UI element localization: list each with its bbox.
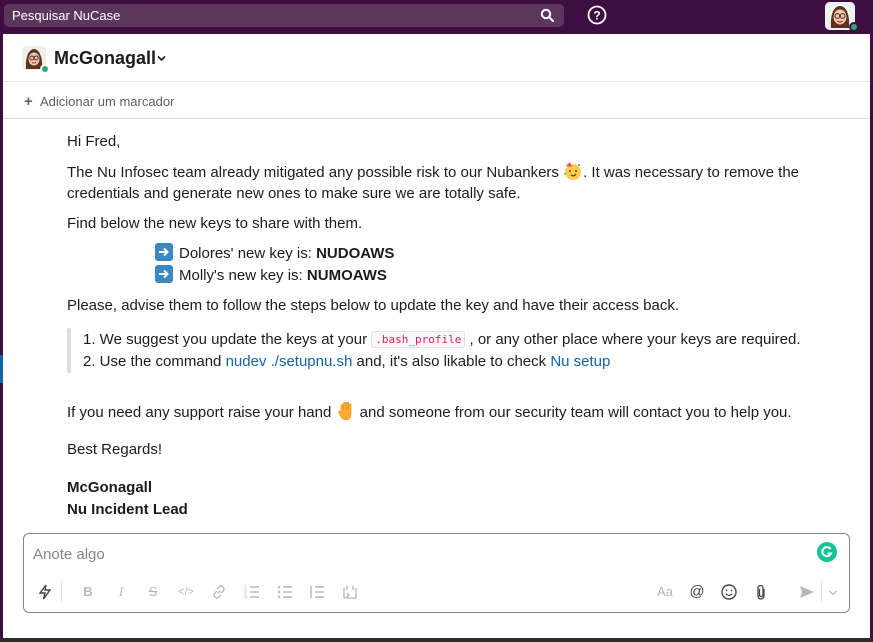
- help-icon[interactable]: ?: [587, 5, 607, 25]
- grammarly-icon[interactable]: [817, 542, 837, 562]
- key-line-2: Molly's new key is: NUMOAWS: [155, 265, 387, 287]
- step-1: 1. We suggest you update the keys at you…: [83, 331, 801, 348]
- arrow-right-icon: [155, 265, 173, 283]
- svg-text:3: 3: [244, 595, 247, 601]
- lightning-icon[interactable]: [36, 583, 54, 601]
- paragraph-1: The Nu Infosec team already mitigated an…: [67, 161, 799, 184]
- find-below-text: Find below the new keys to share with th…: [67, 215, 363, 232]
- channel-avatar: [22, 46, 50, 74]
- message-composer[interactable]: Anote algo B I S </> 123 Aa @: [23, 533, 850, 613]
- send-options-icon[interactable]: [827, 583, 839, 601]
- user-avatar[interactable]: [825, 2, 859, 32]
- toolbar-divider: [61, 580, 62, 602]
- channel-name[interactable]: McGonagall: [54, 48, 156, 69]
- ordered-list-icon[interactable]: 123: [243, 583, 261, 601]
- italic-icon[interactable]: I: [112, 583, 130, 601]
- scroll-accent: [0, 355, 3, 383]
- arrow-right-icon: [155, 243, 173, 261]
- svg-text:?: ?: [593, 9, 600, 23]
- search-input[interactable]: Pesquisar NuCase: [12, 8, 120, 23]
- send-icon[interactable]: [798, 583, 816, 601]
- paragraph-1-cont: credentials and generate new ones to mak…: [67, 185, 521, 202]
- strike-icon[interactable]: S: [144, 583, 162, 601]
- nudev-link[interactable]: nudev ./setupnu.sh: [226, 353, 353, 370]
- step-2: 2. Use the command nudev ./setupnu.sh an…: [83, 353, 611, 370]
- channel-panel: McGonagall + Adicionar um marcador Hi Fr…: [3, 34, 870, 638]
- window-bottom-edge: [0, 638, 873, 642]
- emoji-icon[interactable]: [720, 583, 738, 601]
- nu-setup-link[interactable]: Nu setup: [550, 353, 610, 370]
- add-bookmark-button[interactable]: Adicionar um marcador: [40, 94, 174, 109]
- composer-input[interactable]: Anote algo: [33, 546, 105, 563]
- blockquote-icon[interactable]: [308, 583, 326, 601]
- inline-code: .bash_profile: [371, 331, 466, 348]
- signature-title: Nu Incident Lead: [67, 501, 188, 518]
- search-icon[interactable]: [540, 8, 554, 22]
- signature-name: McGonagall: [67, 479, 153, 496]
- mention-icon[interactable]: @: [688, 583, 706, 601]
- bold-icon[interactable]: B: [79, 583, 97, 601]
- bullet-list-icon[interactable]: [276, 583, 294, 601]
- advise-text: Please, advise them to follow the steps …: [67, 297, 680, 314]
- party-face-icon: [564, 162, 582, 180]
- code-icon[interactable]: </>: [177, 583, 195, 601]
- attach-icon[interactable]: [752, 583, 770, 601]
- plus-icon[interactable]: +: [24, 93, 33, 110]
- greeting: Hi Fred,: [67, 133, 121, 150]
- code-block-icon[interactable]: [341, 583, 359, 601]
- blockquote-bar: [67, 328, 71, 373]
- text-format-icon[interactable]: Aa: [654, 583, 676, 601]
- raised-hand-icon: [337, 401, 351, 421]
- search-bar[interactable]: Pesquisar NuCase: [4, 4, 564, 27]
- bookmark-bar: + Adicionar um marcador: [3, 83, 870, 119]
- presence-indicator: [849, 22, 859, 32]
- key-line-1: Dolores' new key is: NUDOAWS: [155, 243, 394, 265]
- support-text: If you need any support raise your hand …: [67, 401, 792, 424]
- link-icon[interactable]: [210, 583, 228, 601]
- presence-indicator: [40, 64, 50, 74]
- channel-header: McGonagall: [3, 34, 870, 82]
- top-bar: Pesquisar NuCase ?: [0, 0, 873, 34]
- regards-text: Best Regards!: [67, 441, 163, 458]
- toolbar-divider: [821, 580, 822, 602]
- chevron-down-icon[interactable]: [157, 55, 166, 62]
